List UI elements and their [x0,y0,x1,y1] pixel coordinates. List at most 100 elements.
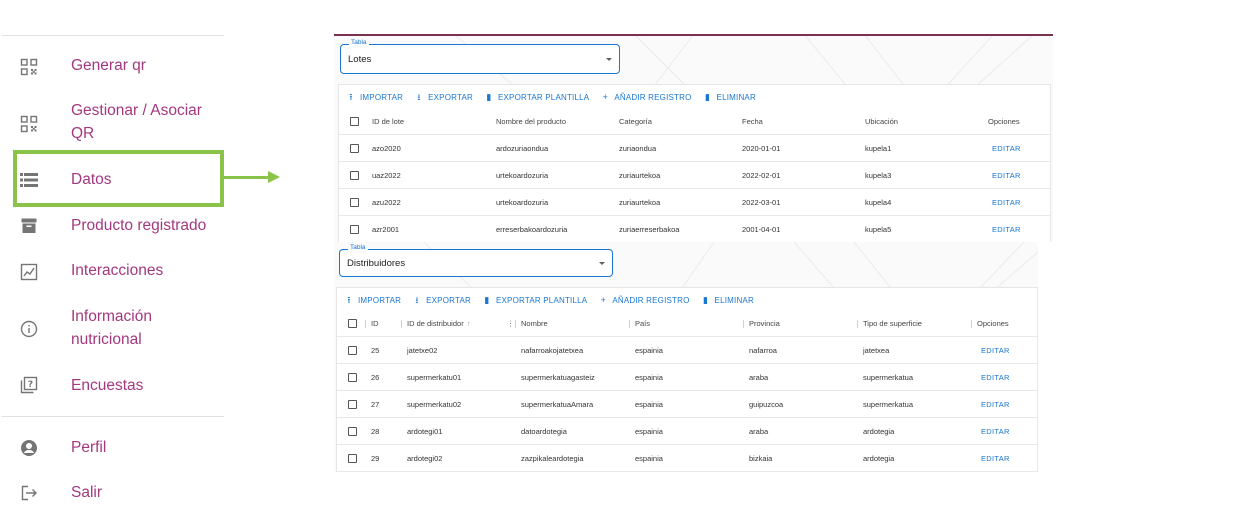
edit-button[interactable]: EDITAR [992,135,1021,162]
table-select[interactable]: Tabla Lotes [340,38,620,74]
table-row: 26 supermerkatu01 supermerkatuagasteiz e… [337,364,1037,391]
table-row: 28 ardotegi01 datoardotegia espainia ara… [337,418,1037,445]
delete-label: ELIMINAR [716,92,756,102]
column-header[interactable]: ID de distribuidor [407,310,464,337]
logout-icon [19,483,39,503]
export-template-button[interactable]: ▮ EXPORTAR PLANTILLA [485,92,589,102]
cell-country: espainia [635,454,663,463]
export-button[interactable]: ⭳ EXPORTAR [415,92,473,102]
column-separator [365,320,366,328]
chart-icon [19,262,39,282]
cell-category: zuriaurtekoa [619,198,661,207]
sidebar-item-producto-registrado[interactable]: Producto registrado [0,214,225,238]
delete-button[interactable]: ▮ ELIMINAR [702,295,754,305]
edit-button[interactable]: EDITAR [992,216,1021,242]
cell-country: espainia [635,346,663,355]
sidebar-item-label: Información nutricional [71,308,152,348]
column-separator [857,320,858,328]
app-root: Generar qr Gestionar / Asociar QR Datos … [0,0,1236,518]
column-separator [401,320,402,328]
column-separator [743,320,744,328]
table-row: azr2001 erreserbakoardozuria zuriaerrese… [339,216,1050,242]
download-icon: ⭳ [415,294,419,305]
column-header[interactable]: Categoría [619,108,652,135]
column-header[interactable]: Provincia [749,310,780,337]
cell-id: 26 [371,373,380,382]
column-header[interactable]: Nombre del producto [496,108,566,135]
qr-code-icon [19,57,39,77]
sidebar-item-label: Encuestas [71,377,144,394]
column-header[interactable]: ID [371,310,379,337]
sidebar-item-label: Generar qr [71,57,146,74]
cell-name: supermerkatuaAmara [521,400,594,409]
row-checkbox[interactable] [350,198,359,207]
cell-product: erreserbakoardozuria [496,225,568,234]
select-all-checkbox[interactable] [348,319,357,328]
cell-name: nafarroakojatetxea [521,346,584,355]
edit-button[interactable]: EDITAR [981,391,1010,418]
row-checkbox[interactable] [350,225,359,234]
export-label: EXPORTAR [426,295,471,305]
row-checkbox[interactable] [348,346,357,355]
account-icon [19,438,39,458]
row-checkbox[interactable] [348,427,357,436]
row-checkbox[interactable] [348,400,357,409]
distribuidores-grid: ⭱ IMPORTAR ⭳ EXPORTAR ▮ EXPORTAR PLANTILLA … [336,287,1038,472]
column-header[interactable]: País [635,310,650,337]
sidebar-item-generar-qr[interactable]: Generar qr [0,54,225,78]
sidebar-item-salir[interactable]: Salir [0,481,225,505]
table-select[interactable]: Tabla Distribuidores [339,243,613,277]
info-icon [19,319,39,339]
cell-province: guipuzcoa [749,400,784,409]
cell-surface-type: supermerkatua [863,373,914,382]
edit-button[interactable]: EDITAR [981,445,1010,472]
export-button[interactable]: ⭳ EXPORTAR [413,294,471,305]
column-header[interactable]: Tipo de superficie [863,310,922,337]
add-record-label: AÑADIR REGISTRO [612,295,690,305]
column-header[interactable]: Ubicación [865,108,898,135]
edit-button[interactable]: EDITAR [981,337,1010,364]
cell-name: supermerkatuagasteiz [521,373,595,382]
sidebar-item-encuestas[interactable]: ? Encuestas [0,374,225,398]
row-checkbox[interactable] [348,373,357,382]
edit-button[interactable]: EDITAR [981,364,1010,391]
sidebar-item-gestionar-qr[interactable]: Gestionar / Asociar QR [0,99,225,146]
column-header[interactable]: Fecha [742,108,763,135]
plus-icon: + [602,91,609,102]
column-header[interactable]: Nombre [521,310,548,337]
cell-name: datoardotegia [521,427,567,436]
add-record-button[interactable]: + AÑADIR REGISTRO [601,91,692,102]
row-checkbox[interactable] [348,454,357,463]
sidebar-item-interacciones[interactable]: Interacciones [0,259,225,283]
import-button[interactable]: ⭱ IMPORTAR [345,295,402,305]
sidebar-item-label: Interacciones [71,262,164,279]
plus-icon: + [600,294,607,305]
edit-button[interactable]: EDITAR [992,189,1021,216]
edit-button[interactable]: EDITAR [981,418,1010,445]
row-checkbox[interactable] [350,171,359,180]
sort-arrow-up-icon[interactable]: ↑ [467,310,471,337]
select-value: Lotes [348,54,372,65]
row-checkbox[interactable] [350,144,359,153]
edit-button[interactable]: EDITAR [992,162,1021,189]
cell-id: 25 [371,346,380,355]
cell-country: espainia [635,427,663,436]
add-record-button[interactable]: + AÑADIR REGISTRO [599,294,690,305]
cell-surface-type: ardotegia [863,427,895,436]
cell-country: espainia [635,400,663,409]
cell-surface-type: ardotegia [863,454,895,463]
column-header[interactable]: ID de lote [372,108,404,135]
cell-id: uaz2022 [372,171,401,180]
sidebar-item-perfil[interactable]: Perfil [0,436,225,460]
cell-category: zuriaondua [619,144,657,153]
column-menu-icon[interactable]: ⋮ [507,310,515,337]
delete-button[interactable]: ▮ ELIMINAR [704,92,756,102]
import-label: IMPORTAR [358,295,402,305]
import-button[interactable]: ⭱ IMPORTAR [347,92,403,102]
column-separator [629,320,630,328]
cell-date: 2001-04-01 [742,225,781,234]
export-template-button[interactable]: ▮ EXPORTAR PLANTILLA [483,295,587,305]
quiz-icon: ? [19,375,39,395]
sidebar-item-informacion-nutricional[interactable]: Información nutricional [0,305,225,352]
select-all-checkbox[interactable] [350,117,359,126]
